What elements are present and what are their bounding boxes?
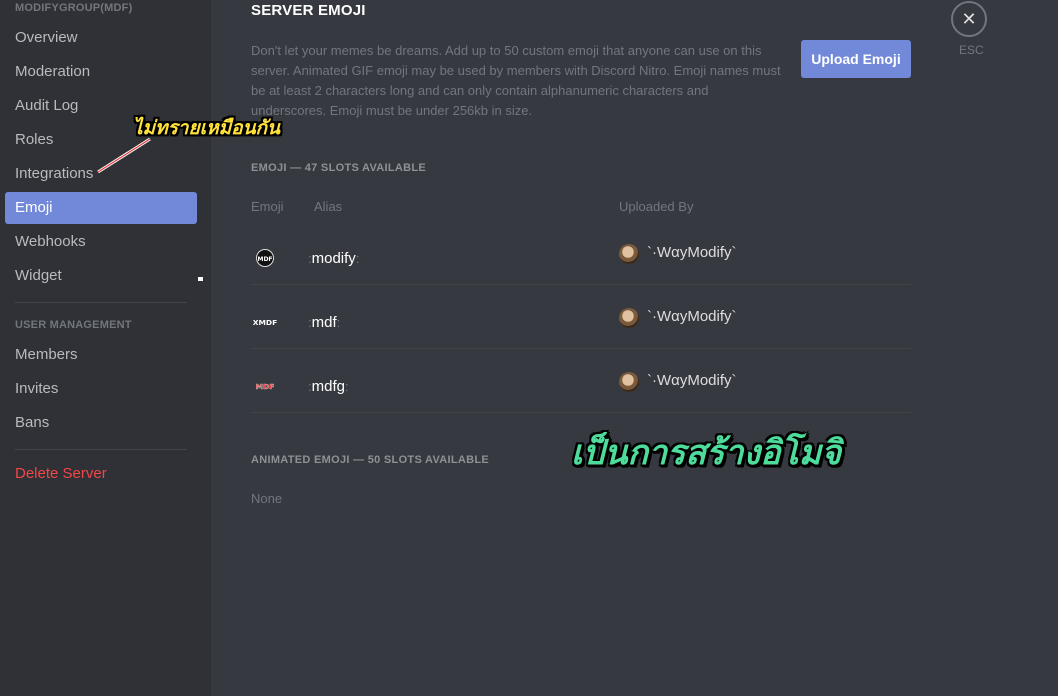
uploader-name: `·WαyModify` <box>647 372 737 389</box>
column-header-uploaded-by: Uploaded By <box>619 199 694 214</box>
emoji-row[interactable]: MDF :mdfg: `·WαyModify` <box>251 366 911 430</box>
animated-emoji-section-header: ANIMATED EMOJI — 50 SLOTS AVAILABLE <box>251 454 490 466</box>
emoji-row[interactable]: MDF :modify: `·WαyModify` <box>251 238 911 302</box>
sidebar-item-members[interactable]: Members <box>5 339 197 371</box>
emoji-image-modify: MDF <box>251 249 279 267</box>
emoji-description: Don't let your memes be dreams. Add up t… <box>251 43 781 118</box>
esc-label: ESC <box>959 43 984 57</box>
alias-text: mdf <box>311 314 337 331</box>
sidebar-item-integrations[interactable]: Integrations <box>5 158 197 190</box>
upload-emoji-button[interactable]: Upload Emoji <box>801 40 911 78</box>
uploader-name: `·WαyModify` <box>647 308 737 325</box>
emoji-settings-panel: SERVER EMOJI Don't let your memes be dre… <box>211 0 1058 696</box>
emoji-alias[interactable]: :modify: <box>308 250 359 267</box>
page-title: SERVER EMOJI <box>251 2 366 19</box>
sidebar-item-moderation[interactable]: Moderation <box>5 56 197 88</box>
user-management-header: USER MANAGEMENT <box>15 319 132 331</box>
svg-text:MDF: MDF <box>256 382 275 391</box>
alias-text: mdfg <box>311 378 345 395</box>
emoji-image-mdf: XMDF <box>251 314 279 330</box>
avatar <box>619 244 639 264</box>
alias-text: modify <box>311 250 356 267</box>
emoji-row[interactable]: XMDF :mdf: `·WαyModify` <box>251 302 911 366</box>
alias-colon: : <box>344 379 349 394</box>
sidebar-item-overview[interactable]: Overview <box>5 22 197 54</box>
svg-text:XMDF: XMDF <box>253 318 277 327</box>
alias-colon: : <box>355 251 360 266</box>
uploader-name: `·WαyModify` <box>647 244 737 261</box>
row-divider <box>251 284 911 285</box>
row-divider <box>251 412 911 413</box>
avatar <box>619 308 639 328</box>
sidebar-divider <box>15 449 187 450</box>
sidebar-item-widget[interactable]: Widget <box>5 260 197 292</box>
delete-server-button[interactable]: Delete Server <box>5 458 197 490</box>
cursor-dot <box>198 277 203 281</box>
emoji-alias[interactable]: :mdfg: <box>308 378 349 395</box>
avatar <box>619 372 639 392</box>
sidebar-item-bans[interactable]: Bans <box>5 407 197 439</box>
sidebar-item-invites[interactable]: Invites <box>5 373 197 405</box>
settings-sidebar: MODIFYGROUP(MDF) Overview Moderation Aud… <box>0 0 211 696</box>
sidebar-divider <box>15 302 187 303</box>
sidebar-item-emoji[interactable]: Emoji <box>5 192 197 224</box>
column-header-emoji: Emoji <box>251 199 284 214</box>
emoji-alias[interactable]: :mdf: <box>308 314 340 331</box>
emoji-section-header: EMOJI — 47 SLOTS AVAILABLE <box>251 162 427 174</box>
svg-text:MDF: MDF <box>257 256 272 263</box>
server-name-header: MODIFYGROUP(MDF) <box>15 2 133 14</box>
close-icon[interactable]: ✕ <box>951 1 987 37</box>
column-header-alias: Alias <box>314 199 343 214</box>
animated-emoji-empty: None <box>251 491 283 506</box>
emoji-image-mdfg: MDF <box>251 378 279 394</box>
row-divider <box>251 348 911 349</box>
annotation-note-top: ไม่ทรายเหมือนกัน <box>133 118 281 139</box>
alias-colon: : <box>336 315 341 330</box>
annotation-note-center: เป็นการสร้างอิโมจิ <box>571 434 842 472</box>
sidebar-item-webhooks[interactable]: Webhooks <box>5 226 197 258</box>
